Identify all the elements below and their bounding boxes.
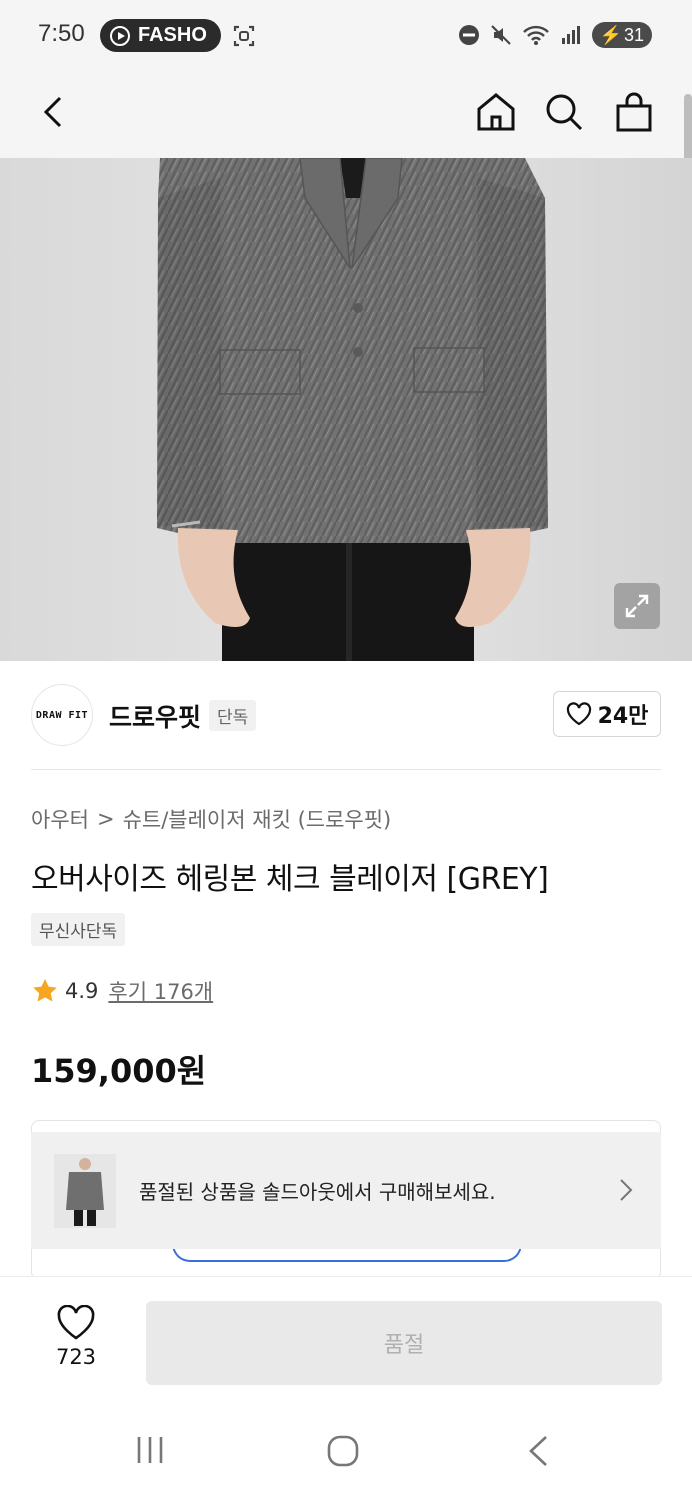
back-button[interactable] bbox=[28, 86, 80, 138]
status-bar: 7:50 FASHO ⚡ 31 bbox=[0, 0, 692, 72]
search-button[interactable] bbox=[538, 86, 590, 138]
product-photo bbox=[157, 158, 548, 661]
breadcrumb-separator: > bbox=[96, 807, 115, 831]
back-icon bbox=[43, 96, 62, 128]
cart-icon bbox=[616, 92, 652, 132]
banner-thumbnail bbox=[54, 1153, 116, 1228]
brand-logo[interactable]: DRAW FIT bbox=[31, 684, 93, 746]
expand-icon bbox=[625, 594, 649, 618]
do-not-disturb-icon bbox=[458, 25, 479, 45]
recent-apps-button[interactable] bbox=[134, 1434, 166, 1466]
back-nav-button[interactable] bbox=[526, 1434, 550, 1468]
status-icons: ⚡ 31 bbox=[458, 22, 652, 48]
home-nav-button[interactable] bbox=[326, 1434, 360, 1468]
battery-charging-icon: ⚡ bbox=[599, 24, 622, 45]
app-pill-label: FASHO bbox=[138, 24, 207, 46]
status-time: 7:50 bbox=[38, 20, 85, 47]
product-image[interactable] bbox=[0, 158, 692, 661]
breadcrumb-category[interactable]: 아우터 bbox=[31, 804, 89, 834]
bottom-action-bar: 723 품절 bbox=[0, 1276, 692, 1400]
banner-text: 품절된 상품을 솔드아웃에서 구매해보세요. bbox=[139, 1180, 496, 1204]
brand-like-button[interactable]: 24만 bbox=[553, 691, 661, 737]
breadcrumb-subcategory[interactable]: 슈트/블레이저 재킷 (드로우핏) bbox=[123, 804, 392, 834]
battery-level: 31 bbox=[623, 24, 644, 45]
breadcrumb: 아우터 > 슈트/블레이저 재킷 (드로우핏) bbox=[31, 804, 391, 834]
heart-icon bbox=[566, 702, 591, 726]
star-icon bbox=[33, 979, 57, 1002]
divider bbox=[31, 769, 661, 770]
product-like-count: 723 bbox=[55, 1345, 97, 1369]
search-icon bbox=[546, 94, 583, 131]
review-link[interactable]: 후기 176개 bbox=[108, 976, 213, 1006]
play-circle-icon bbox=[110, 25, 130, 46]
app-indicator-pill: FASHO bbox=[100, 19, 221, 52]
brand-exclusive-badge: 단독 bbox=[209, 700, 257, 731]
brand-row: DRAW FIT 드로우핏 단독 24만 bbox=[31, 684, 661, 746]
product-title: 오버사이즈 헤링본 체크 블레이저 [GREY] bbox=[31, 862, 549, 897]
rating-value: 4.9 bbox=[65, 979, 99, 1003]
rating-row: 4.9 후기 176개 bbox=[31, 976, 213, 1006]
exclusive-tag: 무신사단독 bbox=[31, 913, 126, 946]
buy-button[interactable]: 품절 bbox=[146, 1301, 662, 1385]
brand-name[interactable]: 드로우핏 bbox=[109, 698, 201, 734]
mute-icon bbox=[490, 25, 511, 45]
thumbnail-image bbox=[54, 1153, 116, 1228]
system-nav-bar bbox=[0, 1400, 692, 1500]
brand-like-count: 24만 bbox=[597, 704, 649, 729]
home-button[interactable] bbox=[470, 86, 522, 138]
app-header bbox=[0, 72, 692, 158]
cart-button[interactable] bbox=[608, 86, 660, 138]
wifi-icon bbox=[522, 25, 549, 45]
product-price: 159,000원 bbox=[31, 1052, 207, 1090]
battery-indicator: ⚡ 31 bbox=[591, 22, 652, 48]
home-icon bbox=[477, 93, 515, 131]
scroll-indicator[interactable] bbox=[684, 94, 692, 162]
screen-record-icon bbox=[233, 25, 255, 47]
fullscreen-button[interactable] bbox=[614, 583, 660, 629]
soldout-banner[interactable]: 품절된 상품을 솔드아웃에서 구매해보세요. bbox=[31, 1132, 661, 1249]
chevron-right-icon bbox=[620, 1179, 633, 1201]
signal-icon bbox=[561, 26, 580, 44]
product-like-button[interactable]: 723 bbox=[40, 1305, 112, 1369]
brand-logo-text: DRAW FIT bbox=[35, 709, 89, 721]
heart-icon bbox=[57, 1305, 95, 1340]
